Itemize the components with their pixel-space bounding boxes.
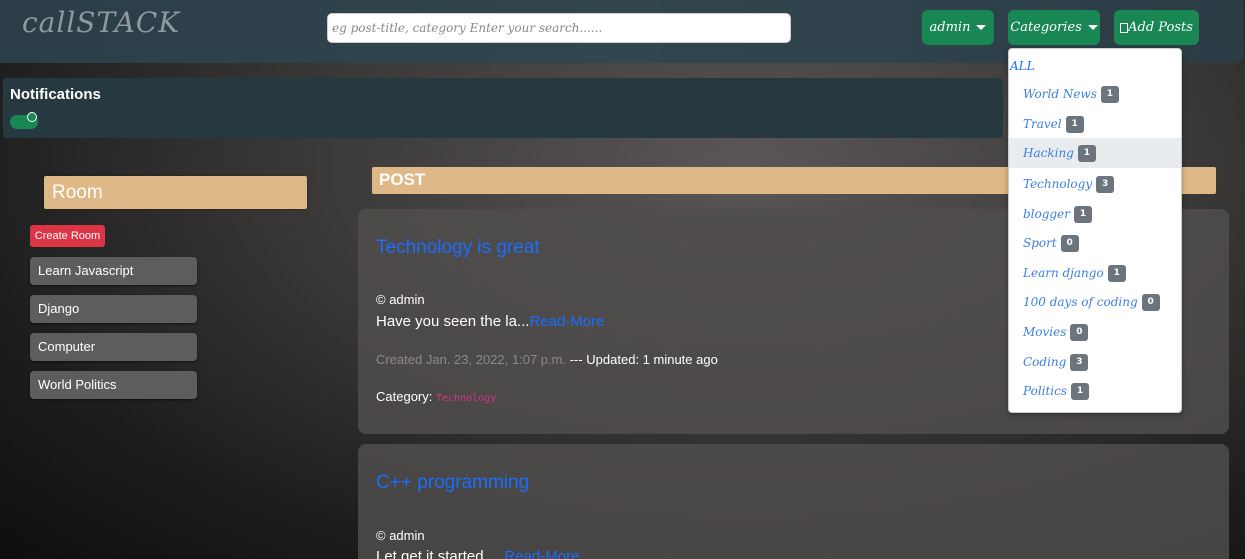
post-author: © admin bbox=[376, 528, 425, 543]
category-name: Technology bbox=[1023, 177, 1093, 191]
category-item[interactable]: Sport 0 bbox=[1009, 228, 1181, 258]
add-posts-button[interactable]: Add Posts bbox=[1114, 10, 1199, 45]
category-count-badge: 3 bbox=[1096, 175, 1115, 193]
add-posts-label: Add Posts bbox=[1128, 20, 1193, 35]
add-icon bbox=[1120, 22, 1129, 33]
room-header: Room bbox=[44, 176, 307, 209]
category-item[interactable]: Politics 1 bbox=[1009, 376, 1181, 406]
category-count-badge: 1 bbox=[1107, 264, 1126, 282]
notifications-bar: Notifications bbox=[3, 78, 1003, 138]
notifications-toggle[interactable] bbox=[10, 112, 38, 129]
categories-dropdown-label: Categories bbox=[1010, 20, 1082, 35]
post-excerpt-text: Have you seen the la... bbox=[376, 313, 530, 330]
category-item[interactable]: Hacking 1 bbox=[1009, 138, 1181, 168]
notifications-title: Notifications bbox=[10, 86, 101, 103]
brand-logo[interactable]: callSTACK bbox=[22, 6, 180, 39]
post-excerpt-text: Let get it started..... bbox=[376, 548, 505, 559]
category-name: Learn django bbox=[1023, 266, 1104, 280]
category-name: Sport bbox=[1023, 236, 1057, 250]
category-name: Travel bbox=[1023, 117, 1062, 131]
category-count-badge: 1 bbox=[1073, 205, 1092, 223]
chevron-down-icon bbox=[976, 25, 987, 30]
post-created: Created Jan. 23, 2022, 1:07 p.m. bbox=[376, 352, 567, 367]
category-count-badge: 0 bbox=[1141, 293, 1160, 311]
category-count-badge: 1 bbox=[1065, 115, 1084, 133]
post-excerpt: Let get it started.....Read-More bbox=[376, 548, 579, 559]
read-more-link[interactable]: Read-More bbox=[529, 313, 604, 330]
post-category: Category: Technology bbox=[376, 389, 496, 404]
category-name: Movies bbox=[1023, 325, 1067, 339]
category-item[interactable]: Learn django 1 bbox=[1009, 258, 1181, 288]
user-dropdown-button[interactable]: admin bbox=[922, 10, 994, 45]
category-count-badge: 0 bbox=[1060, 234, 1079, 252]
post-category-link[interactable]: Technology bbox=[436, 393, 496, 404]
room-item[interactable]: Django bbox=[30, 295, 197, 323]
post-category-label: Category: bbox=[376, 389, 436, 404]
category-all-link[interactable]: ALL bbox=[1010, 59, 1035, 73]
post-title-link[interactable]: Technology is great bbox=[376, 237, 540, 259]
category-count-badge: 0 bbox=[1070, 323, 1089, 341]
category-name: Politics bbox=[1023, 384, 1068, 398]
category-item[interactable]: Coding 3 bbox=[1009, 347, 1181, 377]
category-item[interactable]: Travel 1 bbox=[1009, 109, 1181, 139]
room-item[interactable]: World Politics bbox=[30, 371, 197, 399]
category-name: 100 days of coding bbox=[1023, 295, 1138, 309]
category-count-badge: 3 bbox=[1070, 353, 1089, 371]
category-item[interactable]: blogger 1 bbox=[1009, 199, 1181, 229]
post-card: C++ programming © admin Let get it start… bbox=[358, 444, 1229, 559]
post-title-link[interactable]: C++ programming bbox=[376, 472, 529, 494]
post-updated: --- Updated: 1 minute ago bbox=[566, 352, 718, 367]
read-more-link[interactable]: Read-More bbox=[504, 548, 579, 559]
search-input[interactable] bbox=[327, 13, 791, 43]
chevron-down-icon bbox=[1087, 25, 1098, 30]
post-excerpt: Have you seen the la...Read-More bbox=[376, 313, 604, 330]
category-item[interactable]: 100 days of coding 0 bbox=[1009, 287, 1181, 317]
post-author: © admin bbox=[376, 292, 425, 307]
toggle-knob bbox=[27, 112, 37, 122]
category-item[interactable]: Movies 0 bbox=[1009, 317, 1181, 347]
create-room-button[interactable]: Create Room bbox=[30, 225, 105, 247]
category-item[interactable]: Technology 3 bbox=[1009, 169, 1181, 199]
category-name: World News bbox=[1023, 87, 1097, 101]
category-count-badge: 1 bbox=[1071, 382, 1090, 400]
room-item[interactable]: Learn Javascript bbox=[30, 257, 197, 285]
post-meta: Created Jan. 23, 2022, 1:07 p.m. --- Upd… bbox=[376, 352, 718, 367]
category-item[interactable]: World News 1 bbox=[1009, 79, 1181, 109]
user-dropdown-label: admin bbox=[929, 20, 971, 35]
category-count-badge: 1 bbox=[1077, 144, 1096, 162]
category-name: Hacking bbox=[1023, 146, 1074, 160]
category-name: Coding bbox=[1023, 355, 1067, 369]
categories-dropdown-button[interactable]: Categories bbox=[1008, 10, 1100, 45]
room-item[interactable]: Computer bbox=[30, 333, 197, 361]
categories-dropdown-menu: ALL World News 1 Travel 1 Hacking 1 Tech… bbox=[1008, 48, 1182, 413]
category-count-badge: 1 bbox=[1100, 85, 1119, 103]
category-name: blogger bbox=[1023, 207, 1070, 221]
